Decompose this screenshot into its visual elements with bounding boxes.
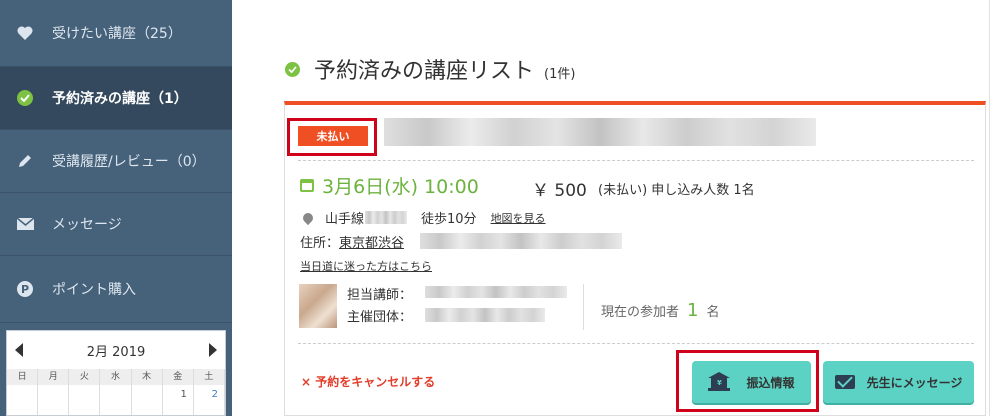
instructor-label: 担当講師： [347,288,413,303]
weekday-label: 日 [7,369,39,385]
calendar-weekdays: 日 月 火 水 木 金 土 [7,369,225,385]
lesson-price: ￥ 500 [532,181,587,201]
check-circle-icon [285,61,300,77]
address-link[interactable]: 東京都渋谷 [339,236,404,251]
lesson-date: 3月6日(水) 10:00 [322,176,479,198]
transfer-info-button[interactable]: ¥ 振込情報 [692,361,811,403]
calendar-icon [300,179,314,192]
address-row: 住所：東京都渋谷 [300,232,404,251]
divider [583,284,584,330]
divider [298,343,974,344]
sidebar-item-reserved[interactable]: 予約済みの講座（1） [0,67,232,130]
cancel-reservation-link[interactable]: × 予約をキャンセルする [301,373,435,390]
weekday-label: 火 [69,369,101,385]
participants-number: 1 [687,300,699,321]
point-coin-icon: P [14,281,36,297]
weekday-label: 土 [194,369,225,385]
calendar-day[interactable] [132,385,163,415]
sidebar-item-label: ポイント購入 [52,282,136,298]
message-teacher-label: 先生にメッセージ [866,375,963,390]
avatar [299,284,337,328]
status-badge: 未払い [298,126,368,146]
calendar-week-row: 1 2 [7,385,225,415]
message-teacher-button[interactable]: 先生にメッセージ [823,361,974,403]
calendar-day[interactable] [38,385,70,415]
heart-icon [14,26,36,40]
walk-time: 徒歩10分 [421,212,477,227]
location-row: 山手線 徒歩10分 地図を見る [300,208,546,227]
prev-month-arrow-icon[interactable] [15,343,23,357]
calendar-day[interactable]: 2 [194,385,225,415]
weekday-label: 木 [132,369,163,385]
sidebar-item-points[interactable]: P ポイント購入 [0,256,232,323]
divider [298,160,974,161]
page-header: 予約済みの講座リスト (1件) [285,53,575,85]
scroll-divider [989,0,990,416]
instructor-name-redacted[interactable] [425,286,567,298]
map-pin-icon [300,210,316,225]
lost-directions-link[interactable]: 当日道に迷った方はこちら [300,258,432,274]
calendar: 2月 2019 日 月 火 水 木 金 土 1 2 [6,330,226,416]
sidebar-item-messages[interactable]: メッセージ [0,193,232,256]
sidebar-item-label: メッセージ [52,217,122,233]
weekday-label: 金 [163,369,194,385]
calendar-day[interactable] [100,385,132,415]
weekday-label: 月 [38,369,70,385]
participants-count: 現在の参加者 1 名 [601,300,719,321]
participants-label: 現在の参加者 [601,305,680,320]
sidebar-item-wishlist[interactable]: 受けたい講座（25） [0,0,232,67]
lesson-title-redacted[interactable] [384,118,816,146]
calendar-day[interactable] [7,385,39,415]
organizer-label: 主催団体： [347,310,413,325]
transfer-info-label: 振込情報 [746,375,795,390]
address-redacted [420,233,622,249]
calendar-day[interactable] [69,385,101,415]
map-link[interactable]: 地図を見る [491,210,546,226]
envelope-icon [834,375,855,389]
address-label: 住所： [300,236,340,251]
organizer-name-redacted[interactable] [425,308,545,322]
sidebar-item-label: 受けたい講座（25） [52,26,182,42]
next-month-arrow-icon[interactable] [209,343,217,357]
envelope-icon [14,218,36,230]
calendar-day[interactable]: 1 [163,385,194,415]
participants-unit: 名 [706,305,720,320]
sidebar-item-label: 受講履歴/レビュー（0） [52,154,206,170]
weekday-label: 水 [100,369,132,385]
page-title: 予約済みの講座リスト [314,59,535,84]
train-line: 山手線 [325,212,365,227]
page-title-count: (1件) [544,66,576,82]
sidebar: 受けたい講座（25） 予約済みの講座（1） 受講履歴/レビュー（0） メッセージ… [0,0,232,416]
sidebar-item-history[interactable]: 受講履歴/レビュー（0） [0,130,232,193]
lesson-date-row: 3月6日(水) 10:00 [300,172,479,199]
bank-icon: ¥ [708,372,731,392]
check-circle-icon [14,90,36,106]
price-note: (未払い) 申し込み人数 1名 [598,183,755,198]
calendar-month-label: 2月 2019 [86,344,146,360]
sidebar-item-label: 予約済みの講座（1） [52,91,188,107]
station-redacted [365,211,408,224]
pencil-icon [14,153,36,169]
